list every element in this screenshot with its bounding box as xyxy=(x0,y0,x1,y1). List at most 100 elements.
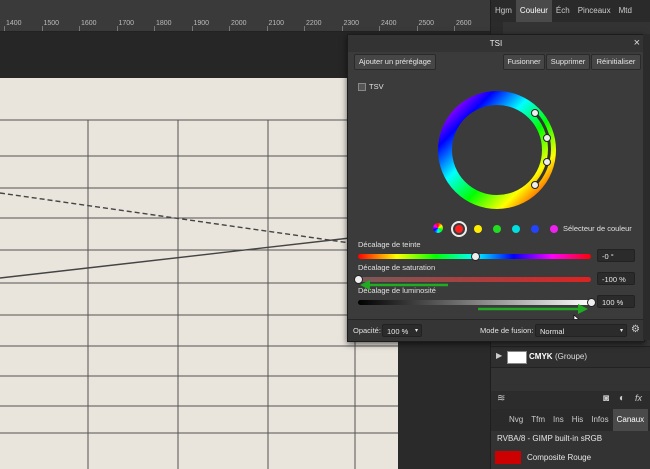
ruler-tick-mark xyxy=(41,26,43,31)
saturation-slider[interactable] xyxy=(358,277,591,282)
add-preset-button[interactable]: Ajouter un préréglage xyxy=(354,54,436,70)
color-swatch[interactable] xyxy=(550,225,558,233)
hue-handle xyxy=(531,181,539,189)
expand-arrow-icon[interactable]: ▶ xyxy=(496,351,502,360)
ruler-tick-mark xyxy=(341,26,343,31)
ruler-tick-mark xyxy=(416,26,418,31)
ruler-tick-label: 2300 xyxy=(343,20,360,27)
hue-shift-label: Décalage de teinte xyxy=(358,240,421,249)
blend-mode-select[interactable]: Normal ▾ xyxy=(535,324,627,337)
mask-icon[interactable]: ◙ xyxy=(603,393,609,404)
bottom-tabs: Nvg Tfm Ins His Infos Canaux xyxy=(491,409,650,431)
ruler-tick-label: 2500 xyxy=(418,20,435,27)
ruler-tick-label: 2400 xyxy=(381,20,397,27)
layer-row[interactable]: ▶ CMYK (Groupe) xyxy=(491,346,650,368)
opacity-label: Opacité: xyxy=(353,326,381,335)
saturation-slider-knob[interactable] xyxy=(354,275,363,284)
blend-mode-value: Normal xyxy=(540,327,565,336)
horizontal-ruler: 1400 1500 1600 1700 1800 1900 2000 2100 2200 2300… xyxy=(0,0,490,32)
color-swatch[interactable] xyxy=(512,225,520,233)
hue-handle xyxy=(531,109,539,117)
layer-name: CMYK xyxy=(529,352,553,361)
saturation-shift-label: Décalage de saturation xyxy=(358,263,436,272)
ruler-tick-label: 1500 xyxy=(43,20,60,27)
ruler-tick-mark xyxy=(229,26,230,31)
ruler-tick-mark xyxy=(154,26,155,31)
dialog-footer: Opacité: 100 % ▾ Mode de fusion: Normal … xyxy=(348,319,644,341)
tab-infos[interactable]: Infos xyxy=(587,409,612,431)
ruler-tick-label: 1400 xyxy=(6,20,22,27)
tab-info-ins[interactable]: Ins xyxy=(549,409,568,431)
adjustment-icon[interactable]: ◐ xyxy=(619,393,625,404)
tab-history[interactable]: His xyxy=(568,409,588,431)
color-swatch[interactable] xyxy=(531,225,539,233)
color-selector-label[interactable]: Sélecteur de couleur xyxy=(563,224,632,233)
color-swatch[interactable] xyxy=(493,225,501,233)
tab-transform[interactable]: Tfm xyxy=(527,409,549,431)
channel-row[interactable]: Composite Rouge xyxy=(491,448,650,469)
reset-button[interactable]: Réinitialiser xyxy=(591,54,641,70)
swatch-multi[interactable] xyxy=(433,223,443,233)
gear-icon[interactable]: ⚙ xyxy=(631,324,640,335)
ruler-tick-label: 2100 xyxy=(268,20,285,27)
ruler-tick-label: 1900 xyxy=(193,20,210,27)
ruler-tick-mark xyxy=(379,26,380,31)
hue-value-field[interactable]: -0 ° xyxy=(597,249,635,262)
ruler-tick-mark xyxy=(191,26,193,31)
panel-scroll-strip xyxy=(643,34,650,340)
layers-stack-icon[interactable]: ≋ xyxy=(497,393,505,404)
chevron-down-icon: ▾ xyxy=(619,328,623,334)
ruler-tick-label: 1700 xyxy=(118,20,135,27)
tab-navigator[interactable]: Nvg xyxy=(505,409,527,431)
hue-handle xyxy=(543,134,551,142)
saturation-value-field[interactable]: -100 % xyxy=(597,272,635,285)
opacity-value: 100 % xyxy=(387,327,409,336)
tab-brushes[interactable]: Pinceaux xyxy=(574,0,615,22)
chevron-down-icon: ▾ xyxy=(414,328,418,334)
layer-thumbnail xyxy=(507,351,527,364)
hue-slider-knob[interactable] xyxy=(470,252,480,261)
document-canvas[interactable] xyxy=(0,78,398,469)
fx-icon[interactable]: fx xyxy=(635,393,642,403)
blend-mode-label: Mode de fusion: xyxy=(480,326,534,335)
lightness-slider[interactable] xyxy=(358,300,591,305)
ruler-tick-mark xyxy=(116,26,118,31)
color-profile: RVBA/8 - GIMP built-in sRGB xyxy=(497,434,603,443)
tab-histogram[interactable]: Hgm xyxy=(491,0,516,22)
close-icon[interactable]: × xyxy=(634,35,640,52)
tab-channels[interactable]: Canaux xyxy=(612,409,649,431)
ledger-paper-image xyxy=(0,119,398,469)
lightness-shift-label: Décalage de luminosité xyxy=(358,286,436,295)
merge-button[interactable]: Fusionner xyxy=(503,54,545,70)
hsl-dialog: TSI × Ajouter un préréglage Fusionner Su… xyxy=(347,34,645,342)
channel-swatch xyxy=(495,451,521,464)
ruler-tick-mark xyxy=(304,26,305,31)
ruler-tick-label: 2200 xyxy=(306,20,322,27)
color-swatch[interactable] xyxy=(474,225,482,233)
tab-color[interactable]: Couleur xyxy=(515,0,552,22)
tab-metadata[interactable]: Mtd xyxy=(615,0,636,22)
ruler-tick-mark xyxy=(454,26,455,31)
ruler-tick-mark xyxy=(79,26,80,31)
ruler-tick-label: 2600 xyxy=(456,20,472,27)
tsv-label: TSV xyxy=(369,82,384,91)
hue-handle xyxy=(543,158,551,166)
tab-swatches[interactable]: Éch xyxy=(552,0,574,22)
delete-button[interactable]: Supprimer xyxy=(546,54,590,70)
ruler-tick-mark xyxy=(266,26,268,31)
tsv-checkbox[interactable] xyxy=(358,83,366,91)
ruler-tick-mark xyxy=(4,26,5,31)
lightness-slider-knob[interactable] xyxy=(587,298,596,307)
layer-type: (Groupe) xyxy=(555,352,588,361)
panel-tabs: Hgm Couleur Éch Pinceaux Mtd xyxy=(491,0,650,22)
layers-toolbar: ≋ ◙ ◐ fx xyxy=(491,391,650,409)
ruler-tick-label: 1800 xyxy=(156,20,172,27)
ruler-tick-label: 1600 xyxy=(81,20,97,27)
dialog-titlebar[interactable]: TSI × xyxy=(348,35,644,52)
ruler-tick-label: 2000 xyxy=(231,20,247,27)
opacity-field[interactable]: 100 % ▾ xyxy=(382,324,422,337)
lightness-value-field[interactable]: 100 % xyxy=(597,295,635,308)
color-swatch[interactable] xyxy=(455,225,463,233)
dialog-title: TSI xyxy=(489,39,503,48)
hue-wheel[interactable] xyxy=(432,85,562,215)
